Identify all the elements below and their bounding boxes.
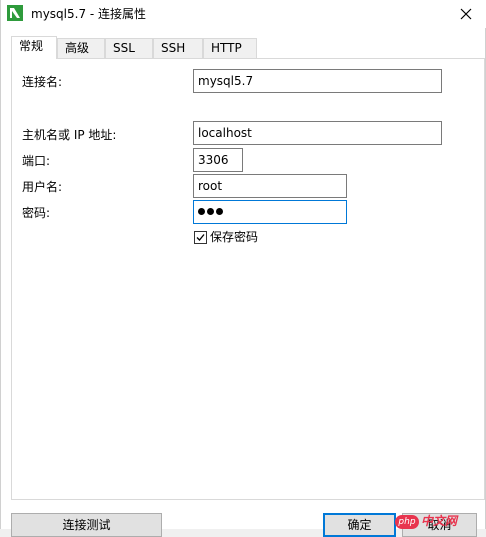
tab-label: HTTP (211, 41, 242, 55)
test-connection-button[interactable]: 连接测试 (11, 513, 162, 537)
port-input[interactable]: 3306 (193, 148, 243, 172)
tab-label: SSH (161, 41, 186, 55)
password-dot (216, 208, 223, 215)
connection-properties-dialog: mysql5.7 - 连接属性 常规 高级 SSL SSH HTTP 连接名: … (0, 0, 486, 537)
port-label: 端口: (22, 154, 51, 168)
username-label: 用户名: (22, 180, 63, 194)
tab-label: SSL (113, 41, 135, 55)
tab-advanced[interactable]: 高级 (57, 38, 105, 58)
php-logo: php (395, 515, 419, 529)
tab-ssl[interactable]: SSL (105, 38, 153, 58)
save-password-checkbox[interactable] (194, 231, 207, 244)
window-title: mysql5.7 - 连接属性 (31, 7, 147, 21)
username-input[interactable]: root (193, 174, 347, 198)
host-input[interactable]: localhost (193, 121, 442, 145)
password-dot (198, 208, 205, 215)
connection-name-input[interactable]: mysql5.7 (193, 69, 442, 93)
navicat-leaf-icon (7, 5, 23, 21)
ok-button[interactable]: 确定 (323, 513, 396, 537)
tab-label: 常规 (19, 39, 44, 53)
watermark-text: 中文网 (421, 514, 458, 528)
password-label: 密码: (22, 206, 51, 220)
tab-label: 高级 (65, 41, 90, 55)
password-dot (207, 208, 214, 215)
close-icon (460, 8, 472, 20)
host-label: 主机名或 IP 地址: (22, 128, 117, 142)
password-mask (198, 205, 225, 219)
save-password-label[interactable]: 保存密码 (210, 229, 258, 245)
close-button[interactable] (451, 2, 481, 26)
password-input[interactable] (193, 200, 347, 224)
checkmark-icon (196, 234, 205, 241)
connection-name-label: 连接名: (22, 75, 63, 89)
php-cn-watermark: php 中文网 (395, 514, 481, 529)
tab-general[interactable]: 常规 (11, 36, 57, 59)
title-bar[interactable]: mysql5.7 - 连接属性 (1, 0, 486, 28)
tab-http[interactable]: HTTP (203, 38, 257, 58)
tab-ssh[interactable]: SSH (153, 38, 203, 58)
